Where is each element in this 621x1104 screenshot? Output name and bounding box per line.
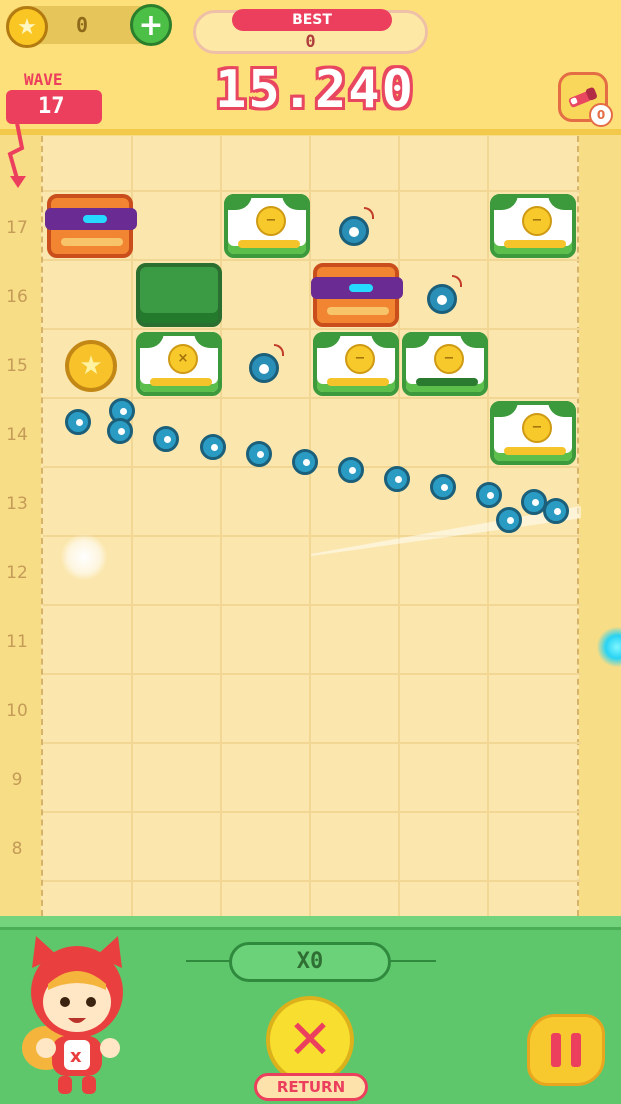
visor-light: [349, 284, 373, 292]
row-label: 16: [6, 287, 28, 307]
pause-icon: [571, 1033, 581, 1067]
ball-launcher: [597, 627, 621, 667]
ball: [292, 449, 318, 475]
coin-block-symbol: −: [522, 413, 552, 443]
return-button[interactable]: ✕: [266, 996, 354, 1084]
turtle-block: [136, 263, 222, 327]
coin-block: −: [224, 194, 310, 258]
block-health-bar: [327, 307, 389, 315]
add-coin-button[interactable]: +: [130, 4, 172, 46]
coin-block-symbol: −: [434, 344, 464, 374]
row-label: 17: [6, 218, 28, 238]
top-bar: ★ 0 + BEST 0 15.240 WAVE 17 0: [0, 0, 621, 188]
row-label: 8: [11, 839, 23, 859]
gold-coin-pickup: ★: [65, 340, 117, 392]
coin-block: ×: [136, 332, 222, 396]
game-board[interactable]: 17 16 15 14 13 12 11 10 9 8 − − ★ × − − …: [6, 136, 621, 926]
cookie-character-icon: x: [22, 936, 123, 1094]
ball: [65, 409, 91, 435]
coin-block-symbol: −: [522, 206, 552, 236]
row-label: 15: [6, 356, 28, 376]
row-label: 10: [6, 701, 28, 721]
coin-panel: ★ 0 +: [6, 4, 172, 48]
coin-block-symbol: −: [256, 206, 286, 236]
ball: [153, 426, 179, 452]
bomb-eye: [259, 364, 269, 374]
robot-block: [45, 194, 137, 258]
best-value: 0: [305, 32, 316, 52]
block-health-bar: [150, 378, 212, 386]
wave-label: WAVE: [24, 70, 63, 89]
ball: [496, 507, 522, 533]
block-health-bar: [61, 238, 123, 246]
coin-block-symbol: ×: [168, 344, 198, 374]
coin-count: 0: [76, 13, 89, 37]
block-health-bar: [504, 240, 566, 248]
ball: [107, 418, 133, 444]
row-label: 13: [6, 494, 28, 514]
coin-block: −: [402, 332, 488, 396]
best-label: BEST: [232, 9, 392, 31]
game-screen: ★ 0 + BEST 0 15.240 WAVE 17 0 17 16 15 1…: [0, 0, 621, 1104]
robot-block: [311, 263, 403, 327]
combo-multiplier: X0: [229, 942, 391, 982]
bomb-pickup: [427, 275, 462, 314]
visor-light: [83, 215, 107, 223]
coin-block: −: [313, 332, 399, 396]
coin-block: −: [490, 194, 576, 258]
ball: [338, 457, 364, 483]
row-label: 14: [6, 425, 28, 445]
best-score-panel: BEST 0: [193, 9, 428, 54]
pause-button[interactable]: [527, 1014, 605, 1086]
bomb-eye: [349, 227, 359, 237]
coin-block: −: [490, 401, 576, 465]
block-health-bar: [504, 447, 566, 455]
impact-flash: [61, 534, 107, 580]
combo-line: [186, 960, 232, 962]
return-label[interactable]: RETURN: [254, 1073, 368, 1101]
block-health-bar: [416, 378, 478, 386]
bomb-eye: [437, 295, 447, 305]
ball: [200, 434, 226, 460]
telescope-count: 0: [589, 103, 613, 127]
row-label: 11: [6, 632, 28, 652]
ball: [543, 498, 569, 524]
current-score: 15.240: [215, 60, 415, 120]
wave-arrow-icon: [7, 118, 26, 188]
telescope-button[interactable]: 0: [558, 72, 613, 127]
svg-text:x: x: [70, 1046, 82, 1067]
bomb-pickup: [339, 207, 374, 246]
bottom-bar: X0 x ✕ RETURN: [0, 916, 621, 1104]
block-health-bar: [327, 378, 389, 386]
pause-icon: [551, 1033, 561, 1067]
ball: [476, 482, 502, 508]
aim-trail: [311, 506, 581, 556]
coin-block-symbol: −: [345, 344, 375, 374]
ball: [246, 441, 272, 467]
row-label: 9: [11, 770, 23, 790]
close-icon: ✕: [287, 1008, 333, 1071]
ball: [430, 474, 456, 500]
row-label: 12: [6, 563, 28, 583]
combo-line: [390, 960, 436, 962]
block-health-bar: [238, 240, 300, 248]
star-coin-icon: ★: [6, 6, 48, 48]
ball: [384, 466, 410, 492]
bomb-pickup: [249, 344, 284, 383]
